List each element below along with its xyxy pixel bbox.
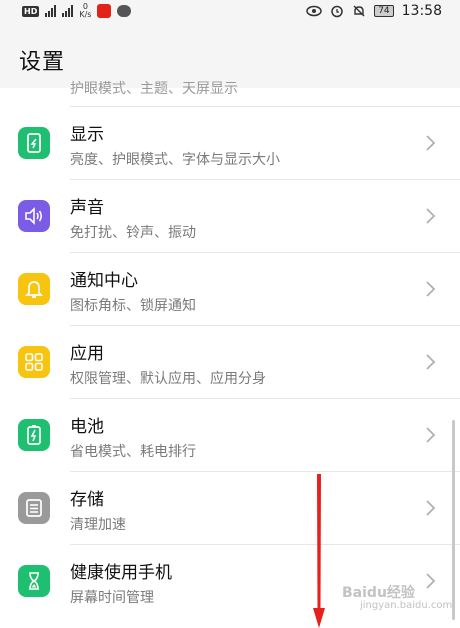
chevron-right-icon — [426, 573, 436, 589]
hourglass-icon — [18, 565, 50, 597]
alarm-icon — [331, 5, 343, 18]
status-bar: HD 0 K/s 74 13:58 — [0, 0, 460, 26]
item-title: 应用 — [70, 344, 104, 364]
chevron-right-icon — [426, 281, 436, 297]
settings-item-sound[interactable]: 声音 免打扰、铃声、振动 — [18, 179, 460, 252]
signal-icon-2 — [62, 5, 74, 17]
settings-item-storage[interactable]: 存储 清理加速 — [18, 471, 460, 544]
item-title: 通知中心 — [70, 271, 138, 291]
item-subtitle: 图标角标、锁屏通知 — [70, 298, 196, 314]
item-title: 存储 — [70, 490, 104, 510]
eye-icon — [306, 5, 322, 17]
signal-icon — [45, 5, 57, 17]
chevron-right-icon — [426, 354, 436, 370]
chevron-right-icon — [426, 135, 436, 151]
page-title: 设置 — [19, 50, 66, 75]
item-subtitle: 清理加速 — [70, 517, 126, 533]
partial-item-subtitle: 护眼模式、主题、天屏显示 — [70, 81, 238, 97]
apps-icon — [18, 346, 50, 378]
chevron-right-icon — [426, 208, 436, 224]
net-speed: 0 K/s — [79, 2, 92, 19]
battery-icon — [18, 419, 50, 451]
item-subtitle: 省电模式、耗电排行 — [70, 444, 196, 460]
watermark-url: jingyan.baidu.com — [360, 600, 453, 611]
app-notification-icon — [97, 4, 112, 18]
settings-item-apps[interactable]: 应用 权限管理、默认应用、应用分身 — [18, 325, 460, 398]
item-title: 显示 — [70, 125, 104, 145]
wechat-icon — [117, 5, 132, 17]
sound-icon — [18, 200, 50, 232]
watermark-logo: Baidu经验 — [342, 585, 415, 601]
display-icon — [18, 127, 50, 159]
settings-item-notifications[interactable]: 通知中心 图标角标、锁屏通知 — [18, 252, 460, 325]
item-subtitle: 亮度、护眼模式、字体与显示大小 — [70, 152, 280, 168]
item-subtitle: 屏幕时间管理 — [70, 590, 154, 606]
bell-icon — [18, 273, 50, 305]
mute-icon — [353, 5, 365, 17]
settings-item-display[interactable]: 显示 亮度、护眼模式、字体与显示大小 — [18, 106, 460, 179]
red-arrow-annotation — [313, 474, 325, 628]
settings-item-battery[interactable]: 电池 省电模式、耗电排行 — [18, 398, 460, 471]
item-title: 健康使用手机 — [70, 563, 172, 583]
chevron-right-icon — [426, 500, 436, 516]
settings-list: 显示 亮度、护眼模式、字体与显示大小 声音 免打扰、铃声、振动 通知中心 图标角… — [0, 106, 460, 617]
item-title: 声音 — [70, 198, 104, 218]
clock: 13:58 — [401, 3, 442, 19]
item-subtitle: 免打扰、铃声、振动 — [70, 225, 196, 241]
scrollbar[interactable] — [452, 420, 455, 620]
item-subtitle: 权限管理、默认应用、应用分身 — [70, 371, 266, 387]
hd-badge: HD — [22, 5, 40, 17]
battery-indicator: 74 — [374, 5, 394, 17]
storage-icon — [18, 492, 50, 524]
chevron-right-icon — [426, 427, 436, 443]
item-title: 电池 — [70, 417, 104, 437]
